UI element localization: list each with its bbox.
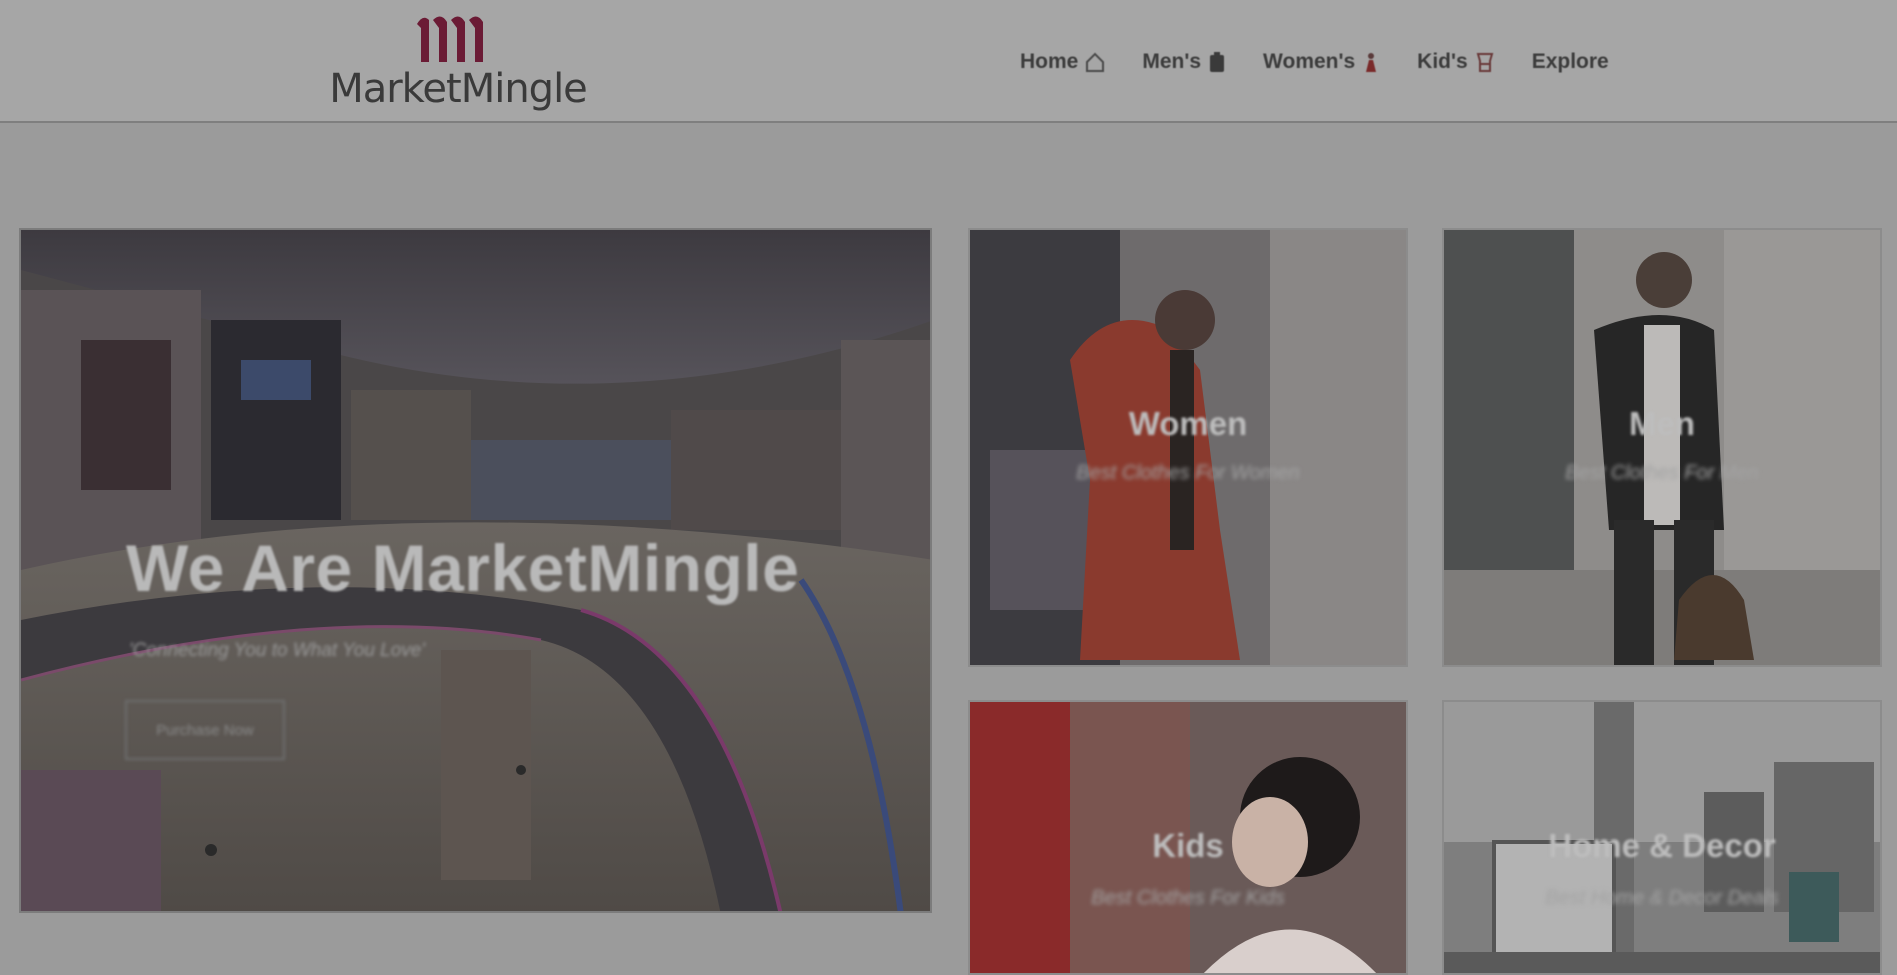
women-card-subtitle: Best Clothes For Women	[1076, 462, 1300, 484]
brand-logo[interactable]: MarketMingle	[328, 14, 588, 114]
home-decor-card-subtitle: Best Home & Decor Deals	[1545, 887, 1779, 909]
nav-mens-label: Men's	[1142, 50, 1202, 73]
category-card-women[interactable]: Women Best Clothes For Women	[968, 228, 1408, 667]
brand-name: MarketMingle	[329, 66, 588, 112]
main-nav: Home Men's Women's Kid's Explore	[1020, 44, 1645, 80]
category-card-home-decor[interactable]: Home & Decor Best Home & Decor Deals	[1442, 700, 1882, 975]
kids-clothing-icon	[1474, 51, 1496, 73]
category-card-men[interactable]: Men Best Clothes For Men	[1442, 228, 1882, 667]
dress-icon	[1361, 51, 1381, 73]
nav-explore-label: Explore	[1531, 50, 1609, 73]
nav-explore[interactable]: Explore	[1532, 44, 1609, 80]
nav-home[interactable]: Home	[1020, 44, 1106, 80]
site-header: MarketMingle Home Men's Women's Kid's Ex…	[0, 0, 1897, 123]
nav-home-label: Home	[1020, 50, 1079, 73]
hero-subtitle: 'Connecting You to What You Love'	[129, 640, 425, 661]
hero-title: We Are MarketMingle	[126, 531, 800, 605]
women-category-image	[970, 230, 1406, 665]
house-icon	[1084, 51, 1106, 73]
men-card-title: Men	[1629, 405, 1695, 442]
nav-womens[interactable]: Women's	[1263, 44, 1381, 80]
nav-mens[interactable]: Men's	[1142, 44, 1227, 80]
nav-kids-label: Kid's	[1417, 50, 1468, 73]
kids-card-subtitle: Best Clothes For Kids	[1091, 887, 1285, 909]
nav-kids[interactable]: Kid's	[1417, 44, 1496, 80]
women-card-title: Women	[1128, 405, 1248, 442]
home-decor-card-title: Home & Decor	[1548, 827, 1776, 864]
hero-banner: We Are MarketMingle 'Connecting You to W…	[19, 228, 932, 913]
shirt-icon	[1207, 51, 1227, 73]
nav-womens-label: Women's	[1263, 50, 1356, 73]
men-category-image	[1444, 230, 1880, 665]
men-card-subtitle: Best Clothes For Men	[1565, 462, 1759, 484]
logo-mark-icon	[417, 16, 483, 63]
purchase-now-button[interactable]: Purchase Now	[125, 700, 285, 760]
kids-card-title: Kids	[1152, 827, 1224, 864]
category-card-kids[interactable]: Kids Best Clothes For Kids	[968, 700, 1408, 975]
